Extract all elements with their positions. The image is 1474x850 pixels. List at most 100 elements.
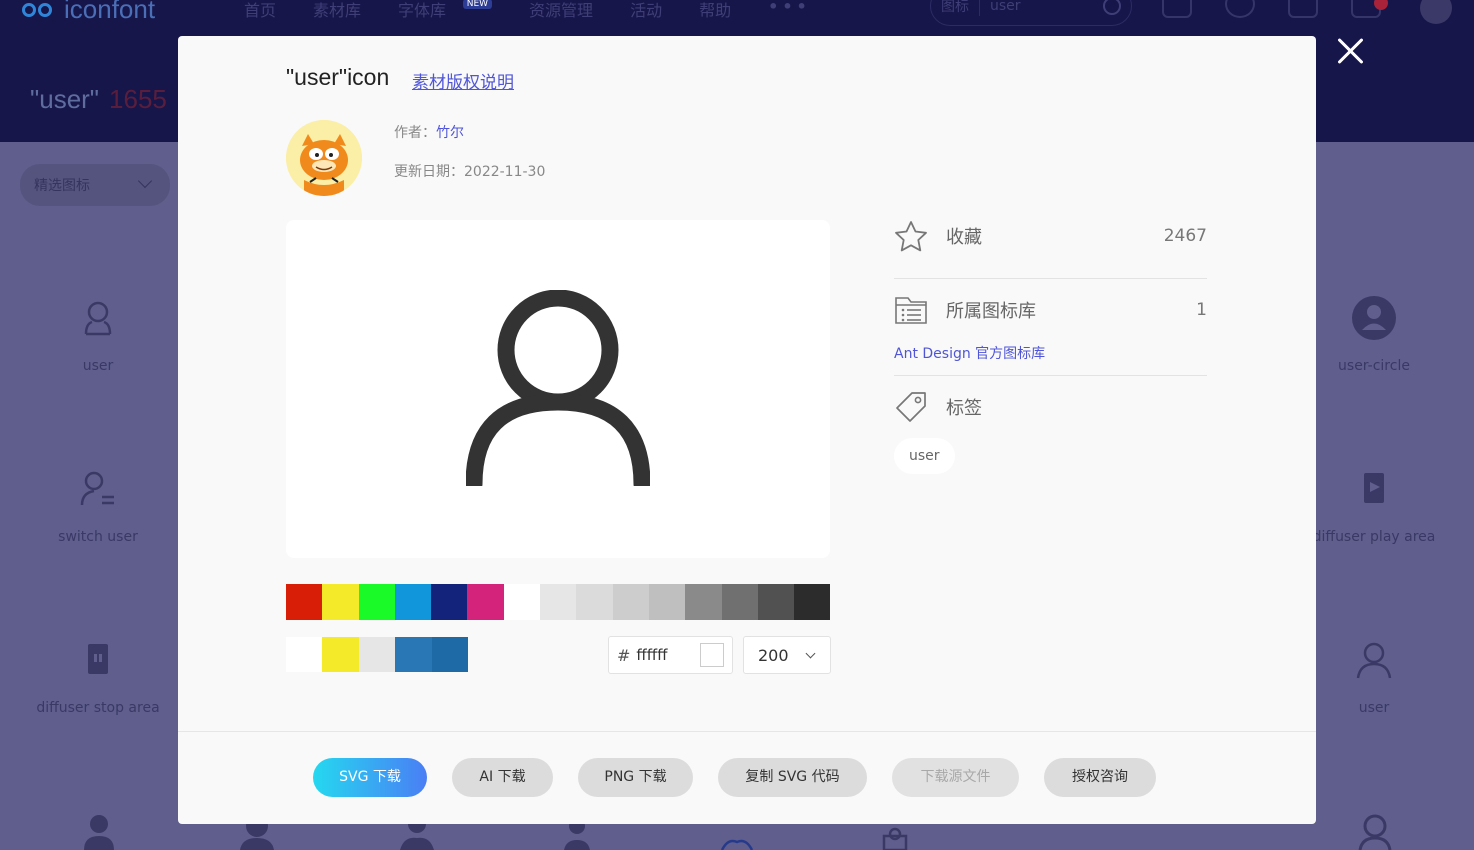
author-info: 作者：竹尔 bbox=[394, 122, 464, 142]
library-link[interactable]: Ant Design 官方图标库 bbox=[894, 343, 1045, 363]
grid-item[interactable]: diffuser stop area bbox=[8, 640, 188, 716]
close-modal-button[interactable] bbox=[1336, 36, 1366, 66]
palette-swatch[interactable] bbox=[394, 584, 432, 620]
recent-color-swatch[interactable] bbox=[431, 637, 468, 672]
tag-icon bbox=[896, 392, 926, 422]
language-icon[interactable] bbox=[1225, 0, 1255, 18]
grid-item[interactable]: user bbox=[8, 298, 188, 374]
switch-user-icon bbox=[80, 471, 114, 506]
modal-title: "user"icon bbox=[286, 64, 390, 90]
recent-color-swatch[interactable] bbox=[286, 637, 323, 672]
palette-swatch[interactable] bbox=[576, 584, 613, 620]
nav-fonts-label: 字体库 bbox=[398, 1, 447, 20]
library-count: 1 bbox=[1196, 300, 1207, 320]
library-list-icon bbox=[895, 297, 927, 324]
color-swatch[interactable] bbox=[700, 643, 724, 667]
author-name-link[interactable]: 竹尔 bbox=[436, 125, 464, 141]
recent-color-swatch[interactable] bbox=[322, 637, 359, 672]
svg-download-button[interactable]: SVG 下载 bbox=[313, 758, 427, 797]
grid-item[interactable]: switch user bbox=[8, 469, 188, 545]
palette-swatch[interactable] bbox=[286, 584, 323, 620]
library-row: 所属图标库 1 bbox=[894, 293, 1207, 327]
icon-detail-modal: "user"icon 素材版权说明 作者：竹尔 更新日期：2022-11-30 bbox=[178, 36, 1316, 824]
search-type-select[interactable]: 图标 bbox=[941, 0, 969, 16]
user-outline-icon bbox=[84, 301, 112, 336]
iconfont-logo[interactable]: iconfont bbox=[22, 0, 155, 25]
hex-color-input[interactable]: # ffffff bbox=[608, 636, 733, 674]
search-box[interactable]: 图标 user bbox=[930, 0, 1132, 26]
logo-icon bbox=[22, 0, 56, 21]
palette-swatch[interactable] bbox=[612, 584, 649, 620]
star-icon[interactable] bbox=[894, 220, 928, 252]
palette-swatch[interactable] bbox=[540, 584, 577, 620]
search-result-title: "user" 1655 bbox=[30, 84, 167, 115]
search-icon[interactable] bbox=[1103, 0, 1121, 15]
nav-more[interactable]: ••• bbox=[768, 0, 811, 21]
size-value: 200 bbox=[758, 646, 789, 665]
license-inquiry-button[interactable]: 授权咨询 bbox=[1044, 758, 1156, 797]
grid-item-label: switch user bbox=[58, 529, 138, 545]
palette-swatch[interactable] bbox=[757, 584, 795, 620]
palette-swatch[interactable] bbox=[431, 584, 468, 620]
author-label: 作者： bbox=[394, 125, 436, 141]
divider bbox=[894, 278, 1207, 279]
icon-preview-panel bbox=[286, 220, 830, 558]
nav-activities[interactable]: 活动 bbox=[630, 0, 662, 21]
tags-row: 标签 bbox=[894, 390, 1207, 424]
palette-swatch[interactable] bbox=[358, 584, 395, 620]
logo-text: iconfont bbox=[64, 0, 156, 24]
png-download-button[interactable]: PNG 下载 bbox=[578, 758, 693, 797]
search-result-query: "user" bbox=[30, 84, 100, 114]
user-filled-icon[interactable] bbox=[82, 812, 116, 850]
download-source-file-button[interactable]: 下载源文件 bbox=[892, 758, 1019, 797]
footer-divider bbox=[178, 731, 1316, 732]
copy-svg-code-button[interactable]: 复制 SVG 代码 bbox=[718, 758, 867, 797]
hex-value[interactable]: ffffff bbox=[636, 646, 667, 664]
upload-icon[interactable] bbox=[1162, 0, 1192, 18]
grid-item-label: diffuser stop area bbox=[36, 700, 160, 716]
palette-swatch[interactable] bbox=[467, 584, 504, 620]
main-nav: 首页 素材库 字体库 NEW 资源管理 活动 帮助 ••• bbox=[244, 0, 811, 21]
cart-icon[interactable] bbox=[1288, 0, 1318, 18]
user-icon bbox=[466, 290, 650, 486]
favorites-label: 收藏 bbox=[946, 227, 982, 248]
diffuser-play-area-icon bbox=[1364, 473, 1384, 503]
search-result-count: 1655 bbox=[109, 84, 167, 114]
nav-home[interactable]: 首页 bbox=[244, 0, 276, 21]
search-separator bbox=[979, 0, 980, 16]
user-outline-icon bbox=[1356, 642, 1392, 679]
palette-swatch[interactable] bbox=[685, 584, 722, 620]
favorites-row[interactable]: 收藏 2467 bbox=[894, 218, 1207, 254]
copyright-link[interactable]: 素材版权说明 bbox=[412, 68, 514, 93]
filter-select[interactable]: 精选图标 bbox=[20, 164, 170, 206]
recent-colors bbox=[286, 637, 468, 672]
grid-item-label: user bbox=[82, 358, 114, 374]
palette-swatch[interactable] bbox=[503, 584, 541, 620]
palette-swatch[interactable] bbox=[794, 584, 831, 620]
author-avatar[interactable] bbox=[286, 120, 362, 196]
recent-color-swatch[interactable] bbox=[395, 637, 432, 672]
garfield-avatar-icon bbox=[286, 120, 362, 196]
ai-download-button[interactable]: AI 下载 bbox=[452, 758, 553, 797]
user-avatar[interactable] bbox=[1420, 0, 1452, 24]
diffuser-stop-area-icon bbox=[88, 644, 108, 674]
user-outline-icon[interactable] bbox=[1358, 812, 1392, 850]
size-select[interactable]: 200 bbox=[743, 636, 831, 674]
color-palette bbox=[286, 584, 831, 620]
recent-color-swatch[interactable] bbox=[358, 637, 396, 672]
hex-hash-label: # bbox=[617, 645, 631, 665]
nav-fonts[interactable]: 字体库 NEW bbox=[398, 0, 493, 21]
palette-swatch[interactable] bbox=[322, 584, 359, 620]
new-badge: NEW bbox=[462, 0, 493, 9]
palette-swatch[interactable] bbox=[648, 584, 686, 620]
nav-help[interactable]: 帮助 bbox=[699, 0, 731, 21]
library-label: 所属图标库 bbox=[946, 301, 1036, 322]
top-action-icons bbox=[1162, 0, 1381, 18]
palette-swatch[interactable] bbox=[721, 584, 758, 620]
date-label: 更新日期： bbox=[394, 164, 464, 180]
search-input[interactable]: user bbox=[990, 0, 1021, 14]
tags-label: 标签 bbox=[946, 398, 982, 419]
tag-chip[interactable]: user bbox=[894, 438, 955, 474]
nav-resource-management[interactable]: 资源管理 bbox=[529, 0, 593, 21]
nav-materials[interactable]: 素材库 bbox=[313, 0, 361, 21]
